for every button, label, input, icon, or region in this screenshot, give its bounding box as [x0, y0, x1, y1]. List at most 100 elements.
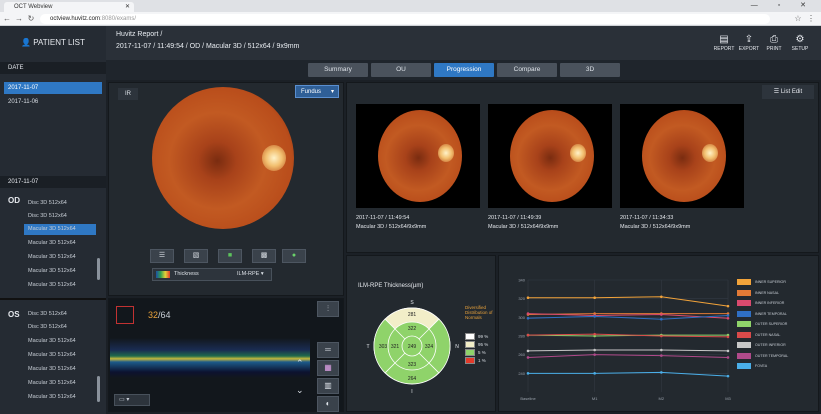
series-line: [527, 354, 729, 358]
x-tick-label: M1: [592, 396, 598, 401]
data-point: [526, 333, 530, 337]
thickness-label: Thickness: [174, 271, 199, 277]
tab-ou[interactable]: OU: [371, 63, 431, 77]
scan-item[interactable]: Disc 3D 512x64: [24, 198, 96, 209]
legend-label: OUTER SUPERIOR: [755, 322, 788, 326]
url-input[interactable]: octview.huvitz.com:8080/exams/: [40, 14, 770, 24]
chevron-up-icon[interactable]: ⌃: [296, 358, 304, 369]
scan-item[interactable]: Macular 3D 512x64: [24, 252, 96, 263]
scan-item[interactable]: Macular 3D 512x64: [24, 364, 96, 375]
globe-tool-icon[interactable]: ●: [282, 249, 306, 263]
map-tool-icon[interactable]: ■: [218, 249, 242, 263]
legend-label: INNER SUPERIOR: [755, 280, 786, 284]
legend-swatch: [465, 333, 475, 340]
legend-label: 99 %: [478, 334, 489, 339]
scan-item[interactable]: Macular 3D 512x64: [24, 336, 96, 347]
fundus-select[interactable]: Fundus ▾: [295, 85, 339, 98]
scan-item[interactable]: Macular 3D 512x64: [24, 224, 96, 235]
thumbnail-3[interactable]: [620, 104, 744, 208]
gray-tool-icon[interactable]: ▩: [252, 249, 276, 263]
thumbnail-caption: 2017-11-07 / 11:49:39 Macular 3D / 512x64…: [488, 215, 559, 230]
thumbnail-1[interactable]: [356, 104, 480, 208]
legend-label: INNER TEMPORAL: [755, 311, 787, 316]
star-icon[interactable]: ☆: [793, 14, 803, 24]
setup-button[interactable]: ⚙ SETUP: [787, 34, 813, 52]
scan-item[interactable]: Macular 3D 512x64: [24, 266, 96, 277]
grid-icon[interactable]: ▥: [317, 378, 339, 394]
adjust-icon[interactable]: ⫶: [317, 301, 339, 317]
report-button[interactable]: ▤ REPORT: [711, 34, 737, 52]
y-tick-label: 320: [518, 296, 525, 301]
scan-item[interactable]: Macular 3D 512x64: [24, 350, 96, 361]
lines-tool-icon[interactable]: ☰: [150, 249, 174, 263]
thumbnail-caption: 2017-11-07 / 11:34:33 Macular 3D / 512x64…: [620, 215, 691, 230]
window-controls[interactable]: — ▫ ✕: [751, 1, 815, 9]
scan-item[interactable]: Disc 3D 512x64: [24, 322, 96, 333]
data-point: [593, 353, 596, 356]
data-point: [660, 334, 663, 338]
data-point: [526, 356, 530, 359]
scan-item[interactable]: Disc 3D 512x64: [24, 309, 96, 320]
thumbnail-caption: 2017-11-07 / 11:49:54 Macular 3D / 512x64…: [356, 215, 427, 230]
x-tick-label: M3: [725, 396, 731, 401]
scan-item[interactable]: Macular 3D 512x64: [24, 378, 96, 389]
tab-progression[interactable]: Progression: [434, 63, 494, 77]
etdrs-inner-t: 321: [391, 344, 400, 350]
export-button[interactable]: ⇪ EXPORT: [736, 34, 762, 52]
legend-label: INNER NASAL: [755, 290, 779, 295]
forward-icon[interactable]: →: [14, 14, 24, 24]
etdrs-center: 249: [408, 344, 417, 350]
list-icon: ☰: [773, 89, 781, 95]
data-point: [726, 304, 730, 308]
data-point: [726, 314, 730, 317]
patient-list-button[interactable]: 👤 PATIENT LIST: [0, 26, 106, 60]
data-point: [526, 349, 530, 353]
series-line: [527, 314, 729, 320]
eye-label-os: OS: [8, 310, 20, 319]
scan-item[interactable]: Macular 3D 512x64: [24, 238, 96, 249]
thumbnail-2[interactable]: [488, 104, 612, 208]
close-tab-icon[interactable]: ✕: [125, 2, 130, 12]
etdrs-inner-n: 324: [425, 344, 434, 350]
scrollbar[interactable]: [97, 258, 100, 280]
data-point: [526, 296, 530, 300]
data-point: [726, 316, 730, 320]
date-item[interactable]: 2017-11-07: [4, 82, 102, 94]
series-line: [528, 371, 729, 377]
ir-label: IR: [118, 88, 138, 100]
tab-summary[interactable]: Summary: [308, 63, 368, 77]
etdrs-label-i: I: [411, 389, 412, 395]
etdrs-inner-i: 323: [408, 362, 417, 368]
data-point: [593, 332, 596, 336]
scan-item[interactable]: Disc 3D 512x64: [24, 211, 96, 222]
color-map-icon[interactable]: ▦: [317, 360, 339, 376]
contrast-icon[interactable]: ◐: [317, 396, 339, 412]
bscan-image[interactable]: [110, 338, 310, 378]
scrollbar[interactable]: [97, 376, 100, 402]
address-bar: ← → ↻ octview.huvitz.com:8080/exams/ ☆ ⋮: [0, 12, 821, 26]
y-tick-label: 280: [518, 334, 525, 339]
bscan-view-select[interactable]: ▭ ▾: [114, 394, 150, 406]
series-line: [527, 349, 729, 352]
layer-line-icon[interactable]: ═: [317, 342, 339, 358]
menu-icon[interactable]: ⋮: [806, 14, 816, 24]
etdrs-outer-t: 303: [379, 344, 388, 350]
browser-tab[interactable]: OCT Webview ✕: [4, 2, 134, 12]
legend-swatch: [737, 321, 751, 327]
legend-swatch: [465, 357, 475, 364]
reload-icon[interactable]: ↻: [26, 14, 36, 24]
scan-item[interactable]: Macular 3D 512x64: [24, 280, 96, 291]
list-edit-button[interactable]: ☰ List Edit: [762, 85, 814, 99]
series-line: [528, 296, 729, 307]
chevron-down-icon[interactable]: ⌄: [296, 385, 304, 396]
print-button[interactable]: ⎙ PRINT: [761, 34, 787, 52]
image-tool-icon[interactable]: ▧: [184, 249, 208, 263]
tab-3d[interactable]: 3D: [560, 63, 620, 77]
tab-compare[interactable]: Compare: [497, 63, 557, 77]
back-icon[interactable]: ←: [2, 14, 12, 24]
data-point: [726, 335, 730, 339]
date-item[interactable]: 2017-11-06: [4, 96, 102, 108]
legend-label: 95 %: [478, 342, 489, 347]
scan-item[interactable]: Macular 3D 512x64: [24, 392, 96, 403]
data-point: [660, 313, 663, 316]
